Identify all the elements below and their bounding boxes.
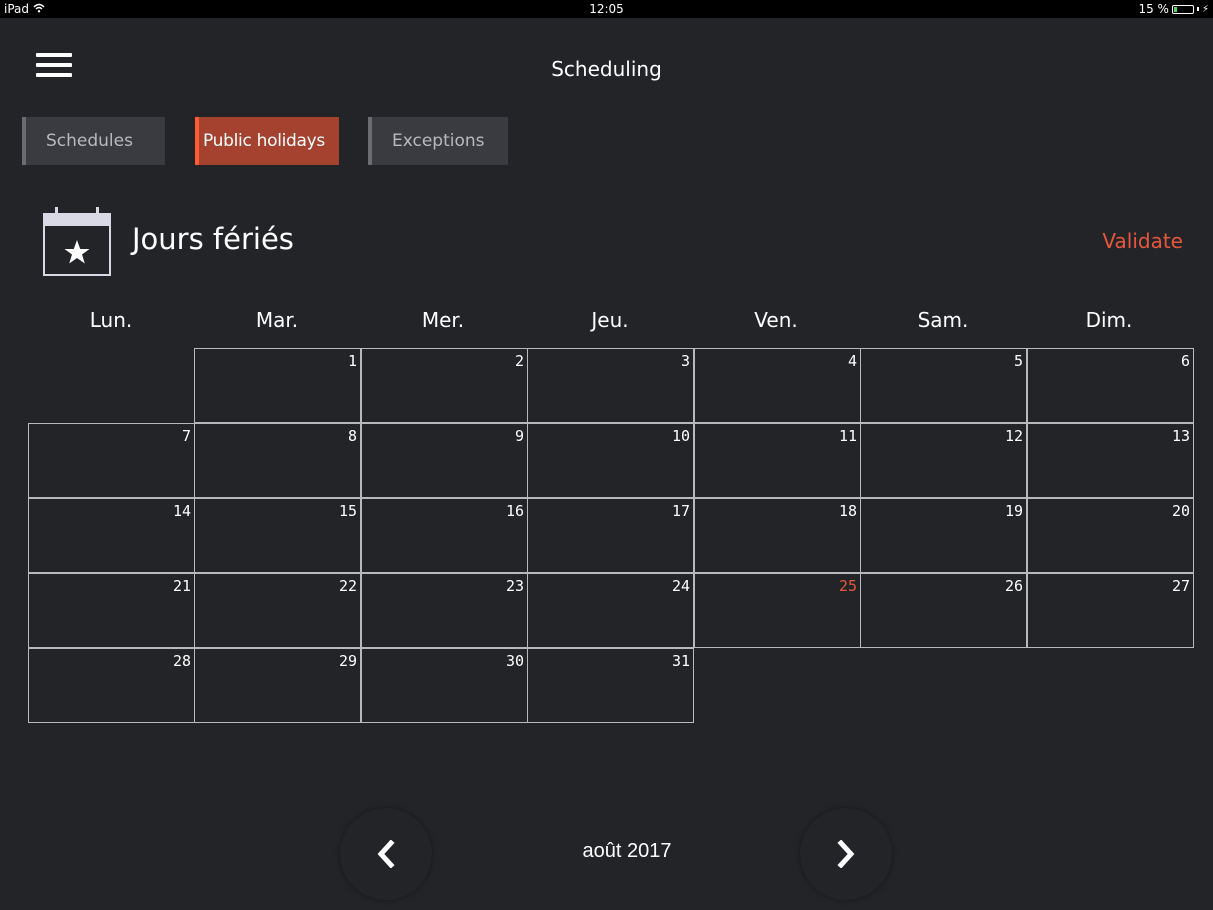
tab-label: Exceptions	[392, 131, 485, 151]
tab-exceptions[interactable]: Exceptions	[368, 117, 508, 165]
calendar-day-cell[interactable]: 1	[194, 348, 361, 423]
calendar-day-cell[interactable]: 22	[194, 573, 361, 648]
day-number: 30	[505, 652, 524, 670]
calendar-day-cell[interactable]: 26	[860, 573, 1027, 648]
section-title: Jours fériés	[132, 222, 294, 256]
day-number: 23	[505, 577, 524, 595]
weekday-label: Lun.	[89, 308, 133, 332]
calendar-day-cell[interactable]: 24	[527, 573, 694, 648]
calendar-grid: 1 2 3 4 5 6 7 8 9 10 11 12 13 14 15 16 17 18 19 20 21 22 23 24 2…	[0, 0, 1213, 910]
calendar-day-cell[interactable]: 25	[694, 573, 861, 648]
battery-percent: 15 %	[1138, 2, 1169, 16]
calendar-day-cell[interactable]: 2	[361, 348, 528, 423]
calendar-day-cell[interactable]: 11	[694, 423, 861, 498]
day-number: 2	[514, 352, 524, 370]
status-time: 12:05	[589, 2, 624, 16]
day-number: 21	[172, 577, 191, 595]
calendar-day-cell[interactable]: 20	[1027, 498, 1194, 573]
day-number: 14	[172, 502, 191, 520]
validate-button[interactable]: Validate	[1102, 229, 1183, 253]
chevron-right-icon[interactable]	[800, 808, 892, 900]
calendar-day-cell[interactable]: 5	[860, 348, 1027, 423]
day-number: 16	[505, 502, 524, 520]
day-number: 29	[338, 652, 357, 670]
month-label: août 2017	[582, 840, 672, 862]
calendar-day-cell[interactable]: 6	[1027, 348, 1194, 423]
day-number: 24	[671, 577, 690, 595]
calendar-day-cell[interactable]: 27	[1027, 573, 1194, 648]
weekday-label: Mar.	[255, 308, 299, 332]
page-title: Scheduling	[551, 57, 662, 81]
status-bar: iPad 12:05 15 % ⚡	[0, 0, 1213, 18]
day-number: 17	[671, 502, 690, 520]
day-number: 22	[338, 577, 357, 595]
calendar-day-cell[interactable]: 12	[860, 423, 1027, 498]
day-number: 12	[1004, 427, 1023, 445]
day-number: 7	[181, 427, 191, 445]
calendar-day-cell[interactable]: 10	[527, 423, 694, 498]
calendar-day-cell[interactable]: 14	[28, 498, 195, 573]
calendar-day-cell[interactable]: 9	[361, 423, 528, 498]
day-number: 9	[514, 427, 524, 445]
calendar-day-cell[interactable]: 16	[361, 498, 528, 573]
calendar-day-cell[interactable]: 18	[694, 498, 861, 573]
tab-schedules[interactable]: Schedules	[22, 117, 165, 165]
calendar-day-cell[interactable]: 13	[1027, 423, 1194, 498]
day-number: 5	[1013, 352, 1023, 370]
day-number: 27	[1171, 577, 1190, 595]
weekday-label: Mer.	[421, 308, 465, 332]
day-number: 31	[671, 652, 690, 670]
weekday-label: Dim.	[1085, 308, 1133, 332]
day-number: 19	[1004, 502, 1023, 520]
calendar-day-cell[interactable]: 4	[694, 348, 861, 423]
day-number: 15	[338, 502, 357, 520]
calendar-day-cell[interactable]: 3	[527, 348, 694, 423]
day-number: 8	[347, 427, 357, 445]
bolt-icon: ⚡	[1201, 3, 1209, 15]
day-number: 26	[1004, 577, 1023, 595]
weekday-header: Lun. Mar. Mer. Jeu. Ven. Sam. Dim.	[28, 308, 1194, 338]
day-number: 18	[838, 502, 857, 520]
calendar-day-cell[interactable]: 19	[860, 498, 1027, 573]
day-number: 4	[847, 352, 857, 370]
calendar-day-cell[interactable]: 8	[194, 423, 361, 498]
calendar-day-cell[interactable]: 21	[28, 573, 195, 648]
calendar-day-cell[interactable]: 29	[194, 648, 361, 723]
weekday-label: Jeu.	[591, 308, 629, 332]
tab-label: Schedules	[46, 131, 133, 151]
calendar-day-cell[interactable]: 30	[361, 648, 528, 723]
day-number: 11	[838, 427, 857, 445]
day-number: 28	[172, 652, 191, 670]
tab-public-holidays[interactable]: Public holidays	[195, 117, 339, 165]
calendar-day-cell[interactable]: 7	[28, 423, 195, 498]
weekday-label: Sam.	[917, 308, 969, 332]
weekday-label: Ven.	[754, 308, 798, 332]
tab-label: Public holidays	[203, 131, 325, 151]
day-number: 10	[671, 427, 690, 445]
calendar-day-cell[interactable]: 15	[194, 498, 361, 573]
calendar-day-cell[interactable]: 31	[527, 648, 694, 723]
day-number: 6	[1180, 352, 1190, 370]
calendar-day-cell[interactable]: 28	[28, 648, 195, 723]
day-number: 20	[1171, 502, 1190, 520]
battery-icon	[1171, 4, 1194, 14]
day-number: 1	[347, 352, 357, 370]
day-number: 13	[1171, 427, 1190, 445]
day-number: 3	[680, 352, 690, 370]
day-number: 25	[838, 577, 857, 595]
calendar-day-cell[interactable]: 17	[527, 498, 694, 573]
calendar-day-cell[interactable]: 23	[361, 573, 528, 648]
calendar-star-icon	[43, 206, 111, 276]
